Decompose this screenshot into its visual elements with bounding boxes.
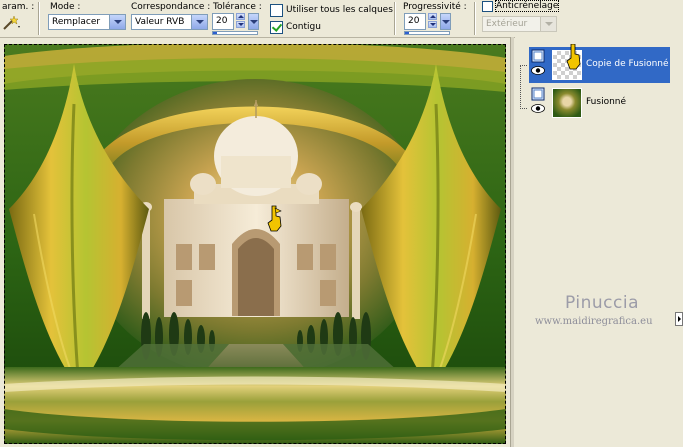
- spin-down-icon[interactable]: [236, 21, 245, 28]
- feather-input[interactable]: 20: [404, 13, 426, 30]
- params-label: aram. :: [2, 2, 35, 12]
- chevron-down-icon[interactable]: [191, 15, 207, 29]
- use-all-layers-label: Utiliser tous les calques: [286, 5, 393, 15]
- feather-slider-dropdown[interactable]: [440, 13, 451, 30]
- tolerance-label: Tolérance :: [213, 2, 262, 12]
- chevron-down-icon: [540, 17, 556, 31]
- antialias-checkbox[interactable]: [482, 1, 493, 12]
- canvas-artwork: [4, 44, 506, 444]
- panel-divider[interactable]: [510, 37, 514, 447]
- panel-expand-arrow[interactable]: [675, 312, 683, 326]
- layer-row-copie-de-fusionne[interactable]: Copie de Fusionné: [529, 44, 670, 83]
- layers-panel: Copie de Fusionné Fusionné: [515, 37, 683, 447]
- layer-row-fusionne[interactable]: Fusionné: [529, 85, 670, 121]
- feather-spinner[interactable]: [428, 13, 437, 28]
- spin-up-icon[interactable]: [236, 13, 245, 20]
- antialias-mode-select[interactable]: Extérieur: [482, 16, 557, 32]
- spin-down-icon[interactable]: [428, 21, 437, 28]
- feather-label: Progressivité :: [403, 2, 467, 12]
- toolbar-separator: [394, 2, 396, 35]
- slider-fill: [405, 32, 409, 34]
- magic-wand-icon[interactable]: [2, 15, 22, 31]
- watermark-url: www.maidiregrafica.eu: [535, 316, 653, 327]
- use-all-layers-checkbox[interactable]: [270, 4, 283, 17]
- antialias-mode-value: Extérieur: [486, 19, 528, 29]
- tool-options-bar: aram. : Mode : Remplacer Correspondance …: [0, 0, 683, 38]
- tolerance-spinner[interactable]: [236, 13, 245, 28]
- chevron-down-icon[interactable]: [109, 15, 125, 29]
- feather-value: 20: [408, 16, 420, 26]
- tolerance-value: 20: [216, 16, 228, 26]
- feather-slider[interactable]: [404, 31, 450, 35]
- tolerance-input[interactable]: 20: [212, 13, 234, 30]
- image-canvas[interactable]: [4, 44, 506, 444]
- layer-name: Copie de Fusionné: [586, 59, 669, 69]
- layer-name: Fusionné: [586, 97, 627, 107]
- tolerance-slider-dropdown[interactable]: [248, 13, 259, 30]
- contiguous-checkbox[interactable]: [270, 21, 283, 34]
- watermark-name: Pinuccia: [565, 293, 639, 313]
- match-mode-select[interactable]: Valeur RVB: [131, 14, 208, 30]
- mode-select-value: Remplacer: [52, 17, 101, 27]
- hand-cursor-icon: [566, 44, 581, 70]
- toolbar-separator: [38, 2, 40, 35]
- toolbar-separator: [474, 2, 476, 35]
- tolerance-slider[interactable]: [212, 31, 258, 35]
- contiguous-label: Contigu: [286, 22, 321, 32]
- spin-up-icon[interactable]: [428, 13, 437, 20]
- raster-layer-icon: [531, 87, 545, 101]
- slider-fill: [213, 32, 217, 34]
- match-mode-value: Valeur RVB: [135, 17, 185, 27]
- match-label: Correspondance :: [131, 2, 211, 12]
- antialias-label: Anticrénelage: [494, 0, 560, 12]
- raster-layer-icon: [531, 49, 545, 63]
- layer-thumbnail: [552, 88, 582, 118]
- mode-select[interactable]: Remplacer: [48, 14, 126, 30]
- visibility-eye-icon[interactable]: [531, 104, 545, 113]
- visibility-eye-icon[interactable]: [531, 66, 545, 75]
- layer-group-bracket: [520, 65, 527, 109]
- mode-label: Mode :: [50, 2, 81, 12]
